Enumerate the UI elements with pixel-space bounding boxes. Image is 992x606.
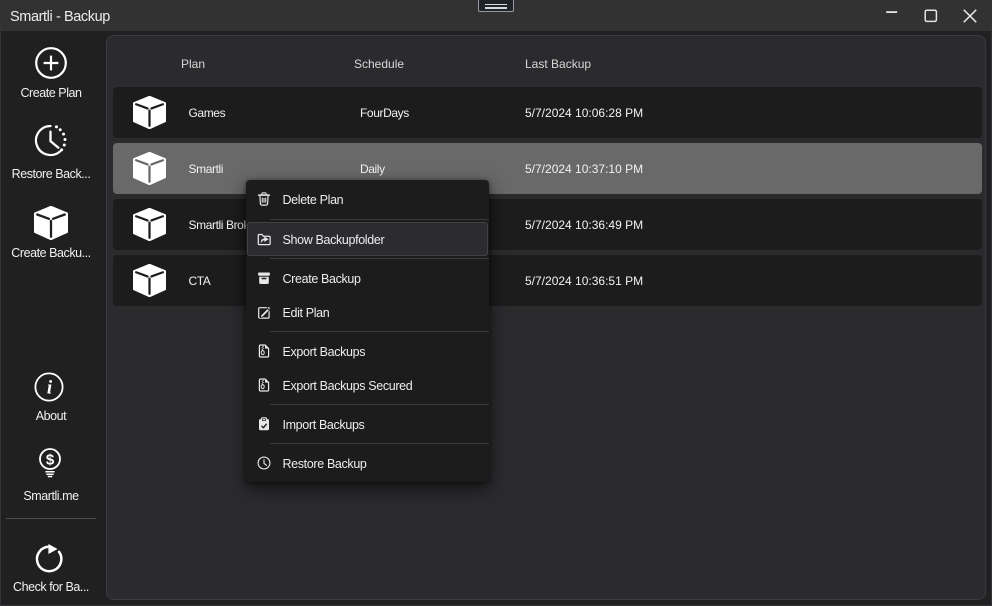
- svg-text:$: $: [46, 451, 55, 468]
- svg-text:i: i: [47, 378, 53, 399]
